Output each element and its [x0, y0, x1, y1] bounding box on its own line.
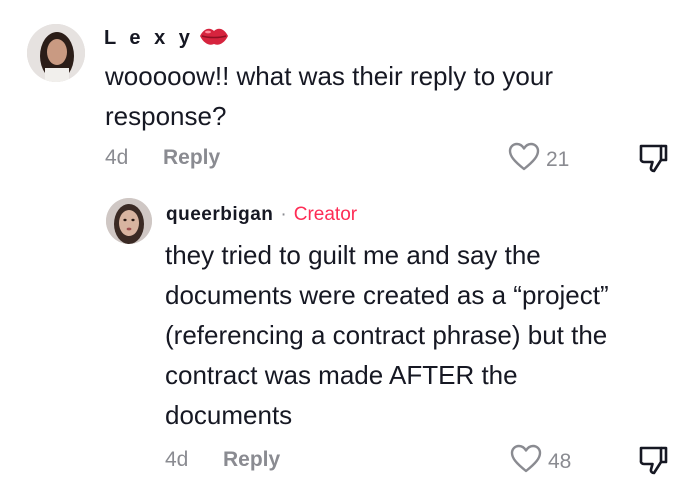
separator-dot: ·	[280, 204, 287, 225]
comment-text-line: response?	[105, 101, 227, 131]
commenter-username[interactable]: L e x y	[104, 27, 194, 50]
comment-like-button[interactable]: 21	[508, 142, 569, 177]
reply-dislike-button[interactable]	[637, 444, 669, 481]
comment-dislike-button[interactable]	[637, 142, 669, 179]
creator-badge: Creator	[293, 204, 358, 225]
reply-text-line: contract was made AFTER the	[165, 360, 518, 390]
reply-text-line: documents	[165, 400, 293, 430]
reply-reply-button[interactable]: Reply	[223, 448, 280, 472]
creator-avatar[interactable]	[106, 198, 152, 244]
commenter-name-row: L e x y	[104, 24, 230, 52]
comment-text: wooooow!! what was their reply to your r…	[105, 56, 685, 136]
reply-like-button[interactable]: 48	[510, 444, 571, 479]
comment-text-line: wooooow!! what was their reply to your	[105, 61, 553, 91]
thumbs-down-icon	[637, 142, 669, 179]
comment-age: 4d	[105, 146, 129, 169]
reply-text-line: (referencing a contract phrase) but the	[165, 320, 608, 350]
thumbs-down-icon	[637, 444, 669, 481]
commenter-avatar[interactable]	[27, 24, 85, 82]
creator-name-row: queerbigan · Creator	[166, 204, 357, 226]
heart-icon	[510, 444, 542, 479]
reply-like-count: 48	[548, 449, 572, 473]
reply-text-line: they tried to guilt me and say the	[165, 240, 541, 270]
reply-text-line: documents were created as a “project”	[165, 280, 609, 310]
creator-username[interactable]: queerbigan	[166, 204, 273, 226]
comment-reply-button[interactable]: Reply	[163, 146, 220, 170]
kiss-lips-icon	[198, 25, 230, 52]
reply-age: 4d	[165, 448, 189, 471]
heart-icon	[508, 142, 540, 177]
comment-like-count: 21	[546, 147, 570, 171]
reply-text: they tried to guilt me and say the docum…	[165, 235, 690, 435]
